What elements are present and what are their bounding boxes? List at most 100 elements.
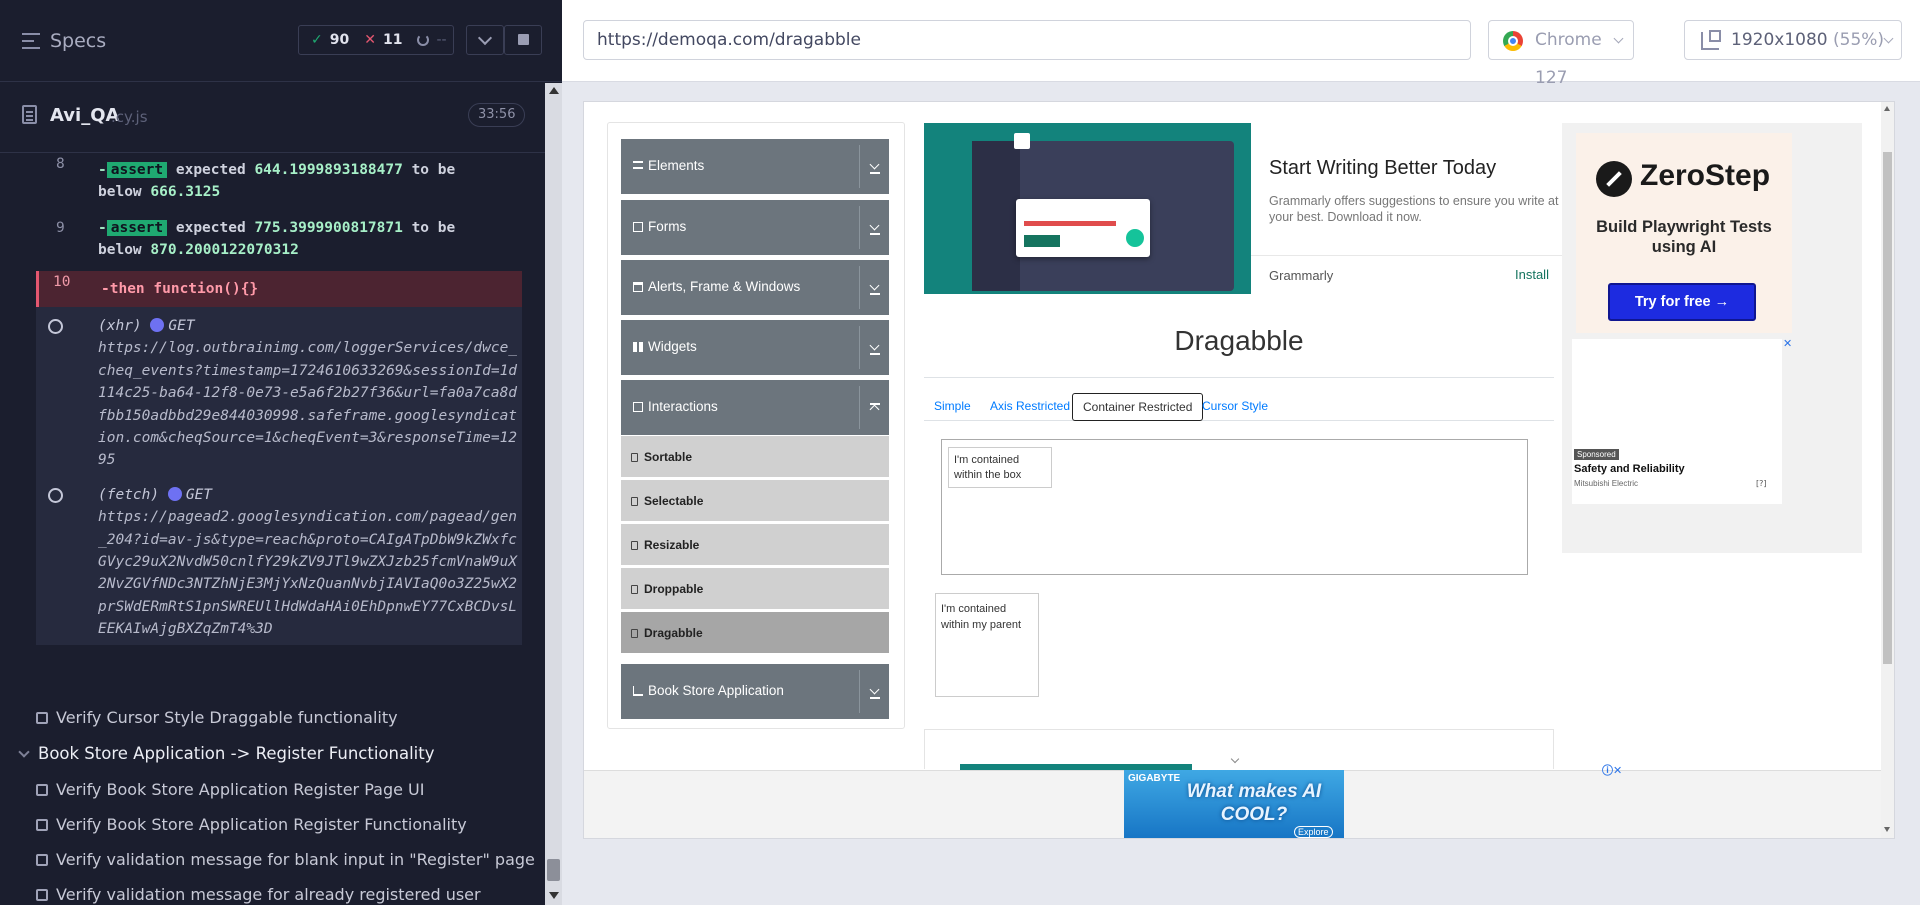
network-requests: (xhr) GET https://log.outbrainimg.com/lo…	[36, 307, 522, 645]
chevron-down-icon	[1613, 33, 1624, 44]
zerostep-ad[interactable]: ZeroStep Build Playwright Tests using AI…	[1562, 123, 1862, 553]
expand-icon[interactable]	[859, 670, 889, 713]
menu-group-forms[interactable]: Forms	[621, 200, 889, 255]
request-method-dot-icon	[167, 486, 182, 501]
menu-group-alerts[interactable]: Alerts, Frame & Windows	[621, 260, 889, 315]
draggable-parent-box[interactable]: I'm contained within my parent	[935, 593, 1039, 697]
tab-cursor-style[interactable]: Cursor Style	[1192, 393, 1278, 421]
expand-icon[interactable]	[859, 326, 889, 369]
assert-tag: assert	[106, 162, 168, 178]
tab-simple[interactable]: Simple	[924, 393, 981, 421]
command-number: 9	[56, 220, 65, 236]
ad-close-icon[interactable]: ⓘ✕	[1602, 762, 1622, 778]
viewport-selector[interactable]: 1920x1080 (55%)	[1684, 20, 1902, 60]
sponsored-brand: Mitsubishi Electric	[1574, 479, 1639, 488]
sponsored-title: Safety and Reliability	[1574, 463, 1685, 475]
test-item[interactable]: Verify Book Store Application Register P…	[0, 772, 545, 807]
menu-item-selectable[interactable]: Selectable	[621, 479, 889, 521]
scroll-down-icon[interactable]	[549, 892, 559, 899]
menu-group-widgets[interactable]: Widgets	[621, 320, 889, 375]
passed-count: 90	[329, 32, 350, 48]
specs-toggle-icon[interactable]	[22, 33, 40, 49]
expand-collapse-button[interactable]	[466, 25, 504, 55]
network-request-row[interactable]: (xhr) GET https://log.outbrainimg.com/lo…	[36, 315, 522, 472]
scroll-up-icon[interactable]	[549, 87, 559, 94]
divider	[924, 377, 1554, 378]
test-list: Verify Cursor Style Draggable functional…	[0, 700, 545, 905]
browser-selector[interactable]: Chrome 127	[1488, 20, 1634, 88]
bottom-card	[924, 729, 1554, 769]
ad-close-icon[interactable]: ✕	[1783, 337, 1792, 350]
assert-tag: assert	[106, 220, 168, 236]
suite-item[interactable]: Book Store Application -> Register Funct…	[0, 735, 545, 772]
scrollbar-thumb[interactable]	[1883, 152, 1892, 664]
gigabyte-ad[interactable]: GIGABYTE What makes AI COOL? Explore	[1124, 770, 1344, 838]
explore-button[interactable]: Explore	[1294, 826, 1333, 838]
interactions-icon	[633, 402, 643, 412]
pending-count: --	[436, 32, 447, 48]
test-pending-icon	[36, 819, 48, 831]
test-pending-icon	[36, 889, 48, 901]
menu-item-sortable[interactable]: Sortable	[621, 435, 889, 477]
menu-item-droppable[interactable]: Droppable	[621, 567, 889, 609]
list-icon	[633, 161, 643, 169]
test-item[interactable]: Verify validation message for already re…	[0, 877, 545, 905]
form-icon	[633, 222, 643, 232]
failed-command-row[interactable]: 10 -then function(){}	[36, 271, 522, 307]
spec-file-name: Avi_QA	[50, 105, 120, 126]
tab-axis-restricted[interactable]: Axis Restricted	[980, 393, 1080, 421]
pending-request-icon	[48, 319, 63, 334]
menu-group-elements[interactable]: Elements	[621, 139, 889, 194]
menu-item-dragabble[interactable]: Dragabble	[621, 611, 889, 653]
ad-info-icon[interactable]: [?]	[1756, 479, 1767, 488]
pending-spinner-icon	[417, 34, 430, 46]
specs-title[interactable]: Specs	[50, 30, 106, 52]
test-item[interactable]: Verify Book Store Application Register F…	[0, 807, 545, 842]
test-item[interactable]: Verify Cursor Style Draggable functional…	[0, 700, 545, 735]
menu-item-resizable[interactable]: Resizable	[621, 523, 889, 565]
aut-scrollbar[interactable]	[1881, 102, 1894, 838]
spec-file-row[interactable]: Avi_QA .cy.js 33:56	[0, 83, 545, 153]
ad-brand: Grammarly	[1269, 268, 1334, 283]
aut-header: https://demoqa.com/dragabble Chrome 127 …	[562, 0, 1920, 88]
network-request-row[interactable]: (fetch) GET https://pagead2.googlesyndic…	[36, 484, 522, 641]
command-row[interactable]: 9 - assert expected 775.3999900817871 to …	[36, 217, 522, 271]
menu-group-book-store[interactable]: Book Store Application	[621, 664, 889, 719]
tab-container-restricted[interactable]: Container Restricted	[1072, 393, 1204, 421]
item-icon	[631, 541, 638, 550]
item-icon	[631, 629, 638, 638]
command-log: 8 - assert expected 644.1999893188477 to …	[36, 153, 522, 645]
try-for-free-button[interactable]: Try for free →	[1608, 283, 1756, 321]
ad-install-link[interactable]: Install	[1515, 267, 1549, 282]
reporter-scrollbar[interactable]	[545, 83, 562, 905]
grammarly-logo-icon	[1124, 227, 1146, 249]
draggable-box[interactable]: I'm contained within the box	[948, 447, 1052, 488]
grammarly-ad[interactable]: Start Writing Better Today Grammarly off…	[924, 123, 1562, 294]
command-number: 8	[56, 156, 65, 172]
ad-tagline: Build Playwright Tests using AI	[1596, 218, 1772, 256]
scroll-down-icon[interactable]	[1884, 827, 1890, 832]
scrollbar-thumb[interactable]	[547, 859, 560, 881]
passed-check-icon: ✓	[311, 32, 323, 48]
expand-icon[interactable]	[859, 266, 889, 309]
page-title: Dragabble	[1174, 325, 1304, 356]
tab-bar: Simple Axis Restricted Container Restric…	[924, 393, 1554, 421]
expand-icon[interactable]	[859, 145, 889, 188]
spec-duration-badge: 33:56	[468, 103, 526, 127]
scroll-up-icon[interactable]	[1884, 106, 1890, 111]
chevron-down-icon	[18, 746, 30, 758]
menu-group-interactions[interactable]: Interactions	[621, 380, 889, 435]
url-bar[interactable]: https://demoqa.com/dragabble	[583, 20, 1471, 60]
test-pending-icon	[36, 784, 48, 796]
test-item[interactable]: Verify validation message for blank inpu…	[0, 842, 545, 877]
command-row[interactable]: 8 - assert expected 644.1999893188477 to …	[36, 153, 522, 217]
command-number: 10	[53, 274, 71, 290]
window-icon	[633, 282, 643, 292]
expand-icon[interactable]	[859, 206, 889, 249]
specs-header: Specs ✓ 90 ✕ 11 --	[0, 0, 562, 82]
ad-headline: What makes AI COOL?	[1186, 781, 1322, 825]
sponsored-ad[interactable]: Sponsored Safety and Reliability Mitsubi…	[1572, 339, 1782, 504]
collapse-icon[interactable]	[859, 386, 889, 429]
item-icon	[631, 585, 638, 594]
stop-button[interactable]	[504, 25, 542, 55]
